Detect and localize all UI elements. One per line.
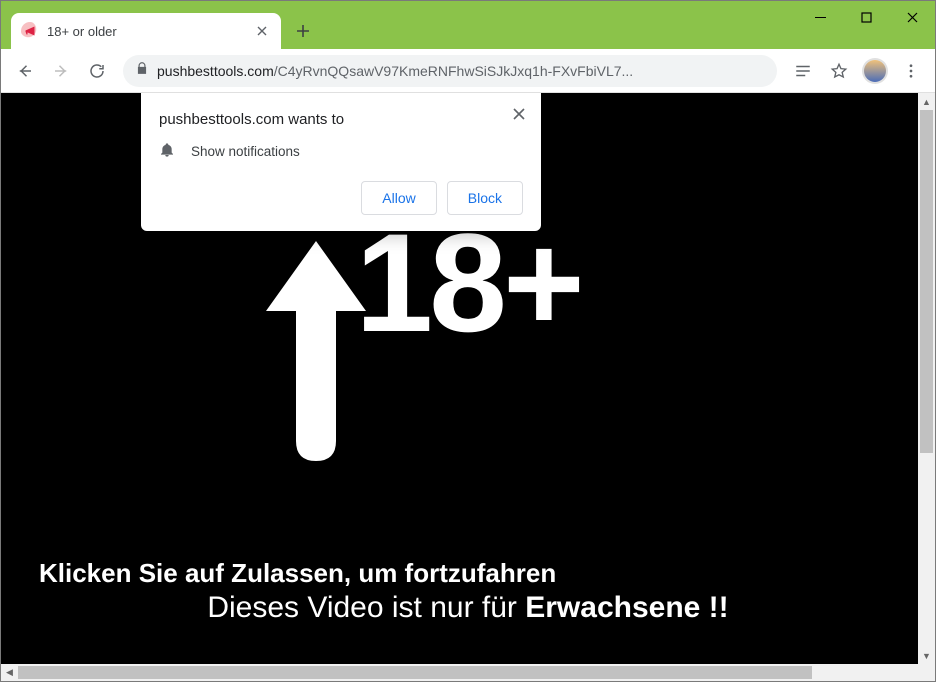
back-button[interactable] [9,55,41,87]
line2-pre: Dieses Video ist nur für [207,591,525,624]
vertical-scrollbar[interactable]: ▲ ▼ [918,93,935,664]
browser-tab[interactable]: 18+ or older [11,13,281,49]
tab-favicon [21,22,39,40]
scroll-down-icon[interactable]: ▼ [918,647,935,664]
prompt-actions: Allow Block [159,181,523,215]
block-button[interactable]: Block [447,181,523,215]
headline-18plus: 18+ [1,213,935,353]
scroll-up-icon[interactable]: ▲ [918,93,935,110]
vertical-scroll-thumb[interactable] [920,110,933,453]
instruction-line-1: Klicken Sie auf Zulassen, um fortzufahre… [1,558,935,589]
horizontal-scrollbar[interactable]: ◀ ▶ [1,664,935,681]
horizontal-scroll-thumb[interactable] [18,666,812,679]
prompt-close-icon[interactable] [509,103,529,128]
bell-icon [159,142,175,161]
reader-mode-icon[interactable] [787,55,819,87]
tab-title: 18+ or older [47,24,253,39]
titlebar: 18+ or older [1,1,935,49]
bottom-text: Klicken Sie auf Zulassen, um fortzufahre… [1,558,935,625]
arrow-up-graphic [281,241,351,441]
bookmark-star-icon[interactable] [823,55,855,87]
kebab-menu-icon[interactable] [895,55,927,87]
tab-close-icon[interactable] [253,21,271,41]
address-bar[interactable]: pushbesttools.com/C4yRvnQQsawV97KmeRNFhw… [123,55,777,87]
prompt-permission-label: Show notifications [191,144,300,159]
browser-window: 18+ or older [0,0,936,682]
prompt-origin-text: pushbesttools.com wants to [159,111,523,128]
scroll-left-icon[interactable]: ◀ [1,664,18,681]
notification-permission-prompt: pushbesttools.com wants to Show notifica… [141,93,541,231]
forward-button[interactable] [45,55,77,87]
toolbar: pushbesttools.com/C4yRvnQQsawV97KmeRNFhw… [1,49,935,93]
new-tab-button[interactable] [289,17,317,45]
viewport: 18+ Klicken Sie auf Zulassen, um fortzuf… [1,93,935,681]
allow-button[interactable]: Allow [361,181,436,215]
url-host: pushbesttools.com [157,63,274,79]
window-maximize-button[interactable] [843,1,889,33]
lock-icon [135,61,149,80]
profile-avatar[interactable] [859,55,891,87]
url-text: pushbesttools.com/C4yRvnQQsawV97KmeRNFhw… [157,63,765,79]
window-minimize-button[interactable] [797,1,843,33]
window-controls [797,1,935,33]
instruction-line-2: Dieses Video ist nur für Erwachsene !! [1,591,935,625]
url-path: /C4yRvnQQsawV97KmeRNFhwSiSJkJxq1h-FXvFbi… [274,63,633,79]
prompt-permission-row: Show notifications [159,142,523,161]
line2-bold: Erwachsene !! [525,591,728,624]
scrollbar-corner [918,664,935,681]
window-close-button[interactable] [889,1,935,33]
reload-button[interactable] [81,55,113,87]
